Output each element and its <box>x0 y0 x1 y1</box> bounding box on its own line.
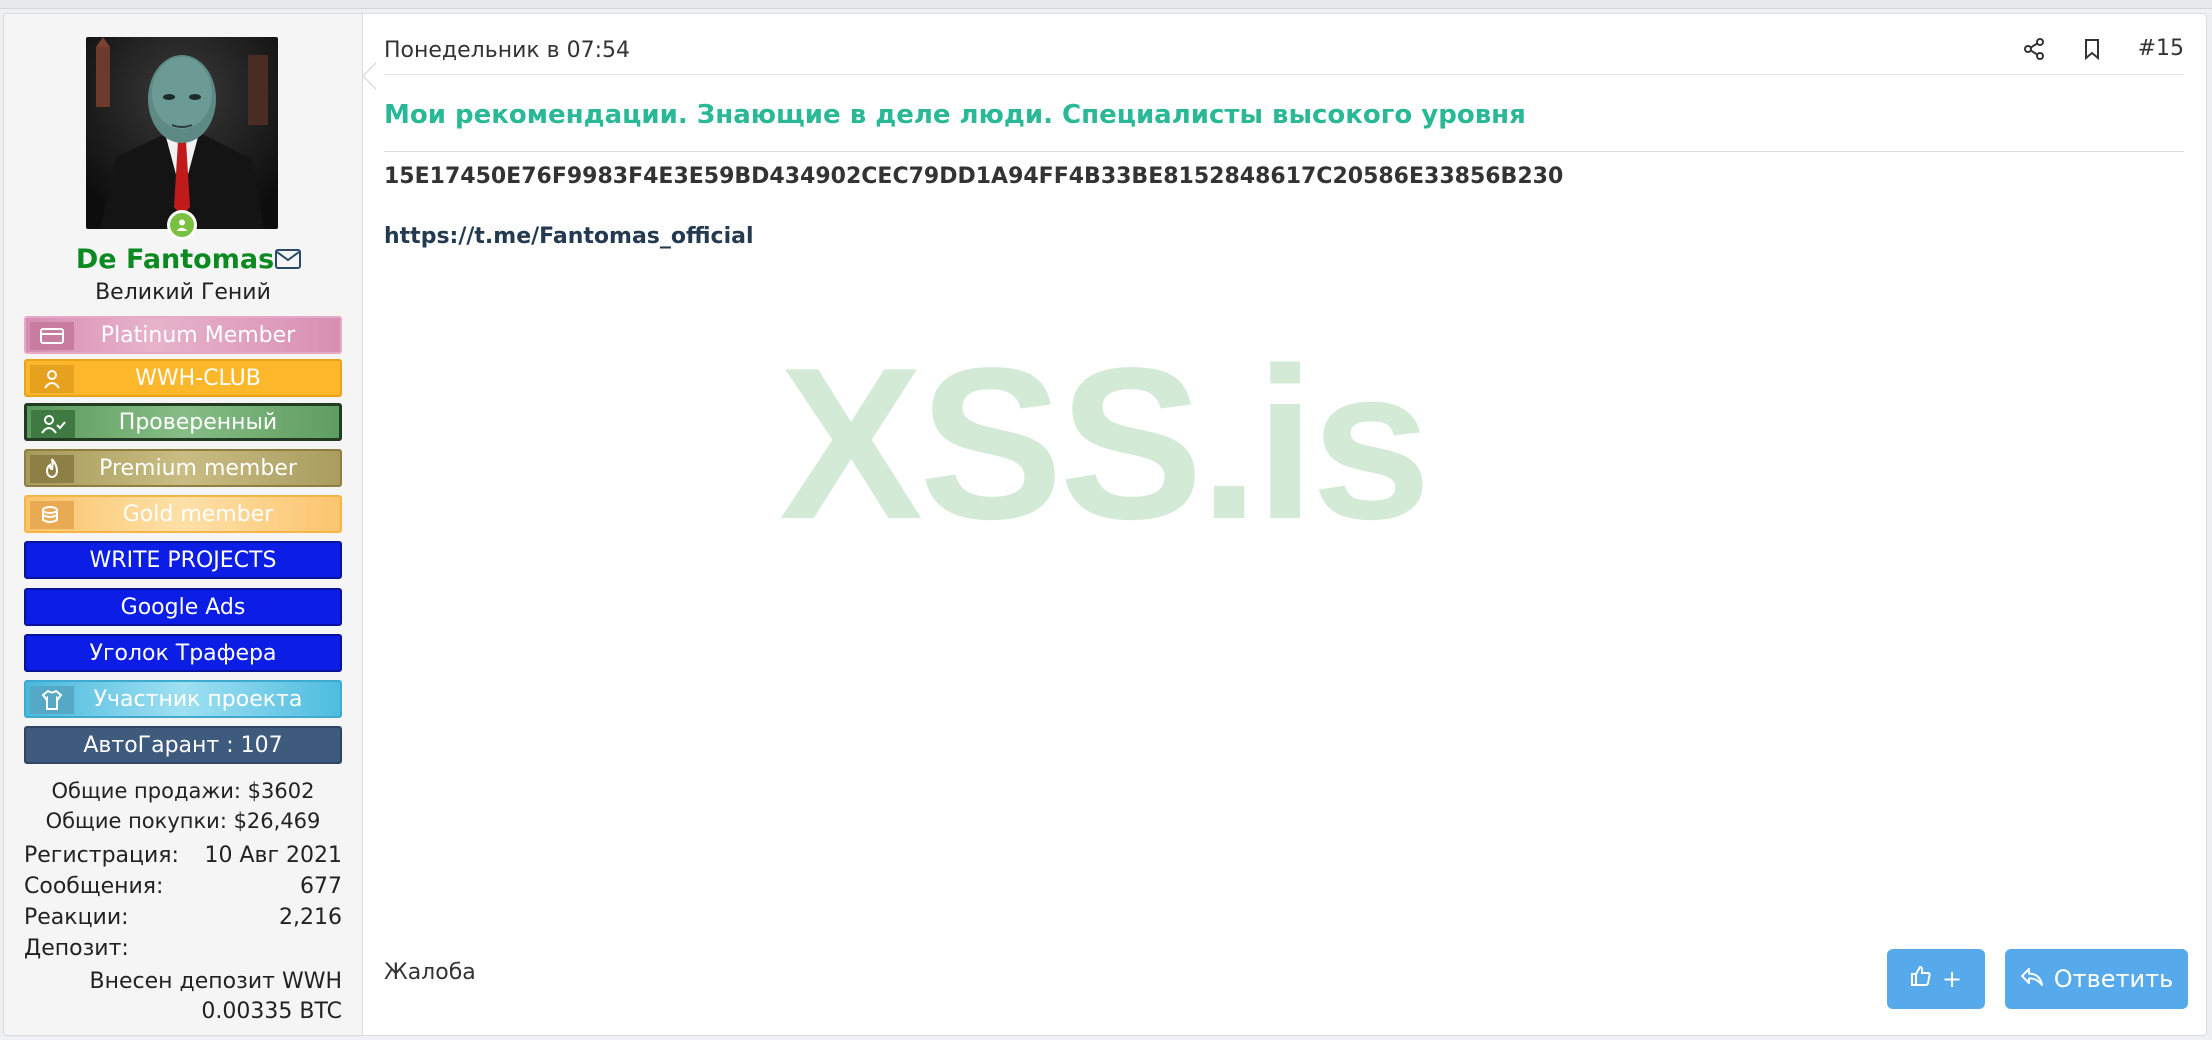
title-divider <box>384 151 2184 152</box>
header-divider <box>384 74 2184 75</box>
stat-label: Реакции: <box>24 905 129 930</box>
reply-label: Ответить <box>2053 965 2174 993</box>
stat-messages: Сообщения: 677 <box>24 874 342 899</box>
total-sales: Общие продажи: $3602 <box>51 779 315 803</box>
badge-project-participant: Участник проекта <box>24 680 342 718</box>
badge-platinum-member: Platinum Member <box>24 316 342 354</box>
online-indicator <box>167 210 197 240</box>
badge-premium-member: Premium member <box>24 449 342 487</box>
coins-icon <box>30 501 74 529</box>
reply-icon <box>2020 965 2044 993</box>
fire-icon <box>30 455 74 483</box>
share-icon[interactable] <box>2022 37 2046 61</box>
like-button[interactable]: + <box>1887 949 1985 1009</box>
forum-post: De Fantomas Великий Гений Platinum Membe… <box>3 13 2207 1036</box>
post-main: Понедельник в 07:54 #15 Мои рекомендации… <box>384 14 2188 1035</box>
total-purchases: Общие покупки: $26,469 <box>45 809 321 833</box>
like-label: + <box>1941 965 1963 993</box>
telegram-link[interactable]: https://t.me/Fantomas_official <box>384 224 754 249</box>
online-user-icon <box>170 213 194 237</box>
badge-gold-member: Gold member <box>24 495 342 533</box>
username[interactable]: De Fantomas <box>4 244 362 275</box>
badge-wwh-club: WWH-CLUB <box>24 359 342 397</box>
user-title: Великий Гений <box>95 280 271 305</box>
stat-label: Регистрация: <box>24 843 179 868</box>
watermark: XSS.is <box>779 322 1431 564</box>
stat-label: Депозит: <box>24 936 129 961</box>
badge-google-ads: Google Ads <box>24 588 342 626</box>
post-title: Мои рекомендации. Знающие в деле люди. С… <box>384 100 1526 130</box>
badge-write-projects: WRITE PROJECTS <box>24 541 342 579</box>
stat-reactions: Реакции: 2,216 <box>24 905 342 930</box>
stat-registration: Регистрация: 10 Авг 2021 <box>24 843 342 868</box>
stat-value: 10 Авг 2021 <box>204 843 342 868</box>
top-divider <box>0 0 2212 9</box>
badge-verified: Проверенный <box>24 403 342 441</box>
envelope-icon[interactable] <box>274 248 302 270</box>
bookmark-icon[interactable] <box>2080 37 2104 61</box>
card-icon <box>30 322 74 350</box>
shirt-icon <box>30 686 74 714</box>
panel-arrow-inner <box>364 64 376 88</box>
user-check-icon <box>31 410 75 438</box>
user-panel: De Fantomas Великий Гений Platinum Membe… <box>4 14 363 1035</box>
deposit-amount: 0.00335 BTC <box>201 999 342 1024</box>
stat-value: 2,216 <box>279 905 342 930</box>
thumbs-up-icon <box>1910 965 1932 993</box>
stat-label: Сообщения: <box>24 874 164 899</box>
stat-deposit: Депозит: <box>24 936 342 961</box>
badge-ugolok-trafera: Уголок Трафера <box>24 634 342 672</box>
user-icon <box>30 365 74 393</box>
post-number[interactable]: #15 <box>2138 36 2184 61</box>
deposit-value: Внесен депозит WWH 0.00335 BTC <box>24 967 342 1027</box>
reply-button[interactable]: Ответить <box>2005 949 2188 1009</box>
badge-autogarant[interactable]: АвтоГарант : 107 <box>24 726 342 764</box>
avatar[interactable] <box>86 37 278 229</box>
deposit-line: Внесен депозит WWH <box>89 969 342 994</box>
post-date[interactable]: Понедельник в 07:54 <box>384 38 630 63</box>
stat-value[interactable]: 677 <box>300 874 342 899</box>
post-header-actions: #15 <box>2022 36 2184 61</box>
report-link[interactable]: Жалоба <box>384 960 476 985</box>
post-hash: 15E17450E76F9983F4E3E59BD434902CEC79DD1A… <box>384 164 1564 189</box>
